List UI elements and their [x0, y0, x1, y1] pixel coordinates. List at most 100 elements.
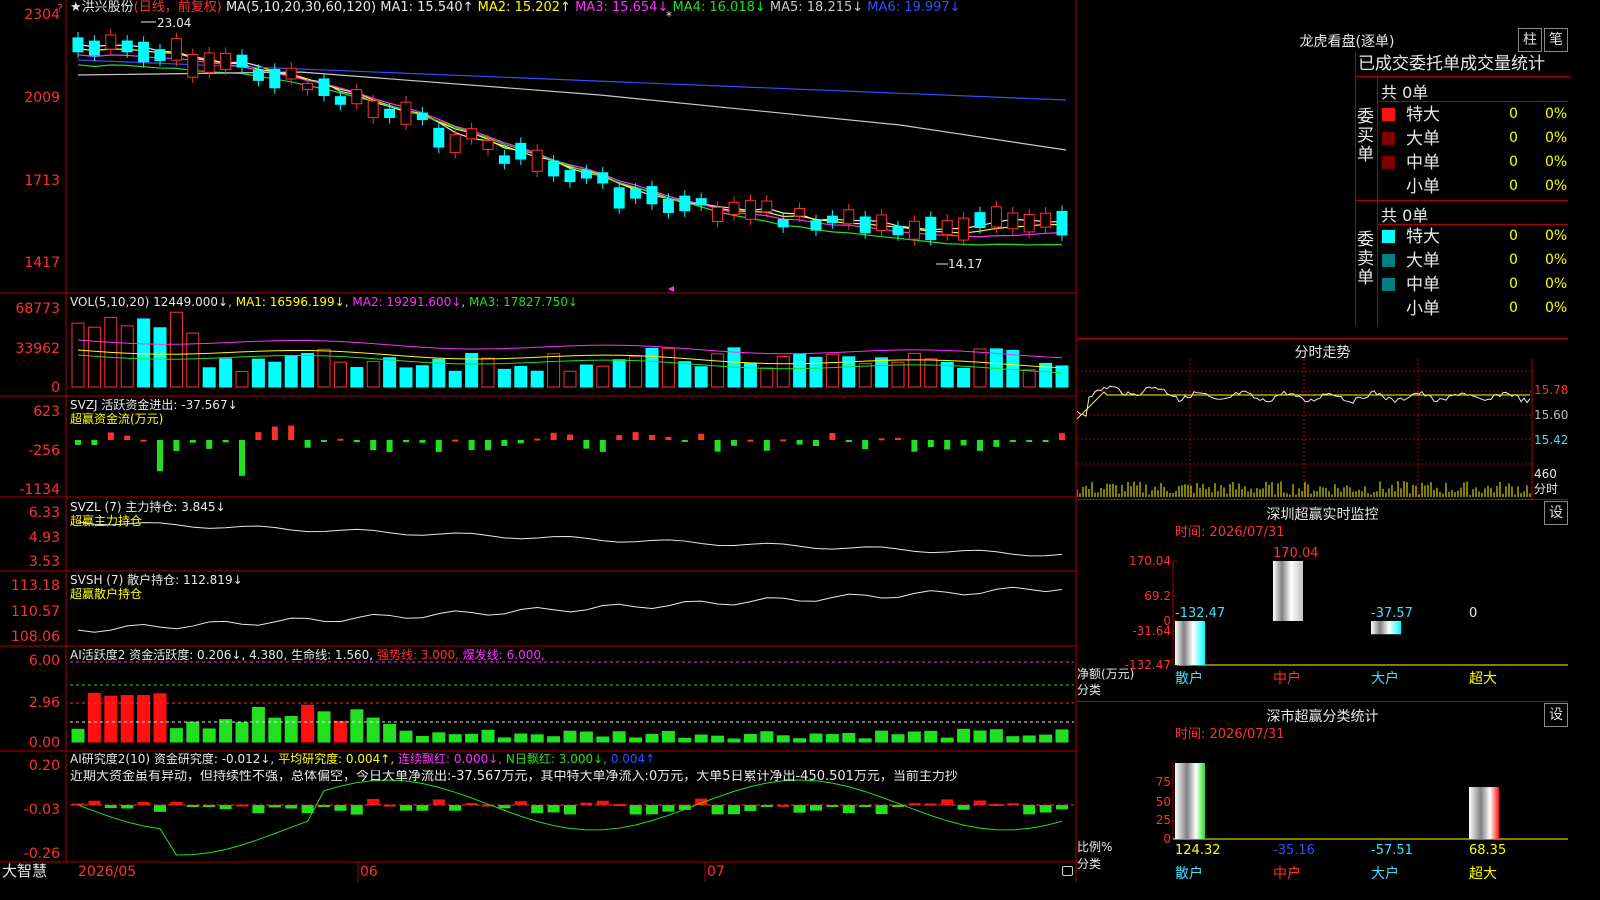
dragon-panel: 龙虎看盘(逐单) 柱 笔 已成交委托单成交量统计 委买单 委卖单 共 0单 共 …: [1077, 0, 1571, 339]
activity-bar: [858, 738, 872, 743]
activity-bar: [727, 738, 741, 743]
fund-flow-bar: [813, 440, 819, 447]
intraday-chart[interactable]: [1077, 359, 1568, 499]
candle: [646, 186, 658, 205]
lock-icon[interactable]: [1062, 866, 1073, 876]
svsh-header: SVSH (7) 散户持仓: 112.819↓: [70, 573, 243, 587]
fund-flow-bar: [239, 440, 245, 476]
candle: [318, 78, 330, 97]
buy-row-percent: 0%: [1545, 178, 1568, 194]
candle: [1056, 210, 1068, 236]
price-header: ★洪兴股份(日线，前复权) MA(5,10,20,30,60,120) MA1:…: [70, 1, 961, 15]
volume-bar: [645, 347, 659, 388]
activity-bar: [251, 706, 265, 743]
candle: [416, 112, 428, 121]
fund-flow-bar: [780, 439, 787, 442]
activity-bar: [235, 722, 249, 743]
svzl-sub: 超赢主力持仓: [70, 514, 143, 528]
candle: [548, 160, 560, 177]
settings-mark-icon[interactable]: ?: [57, 2, 63, 15]
research-bar: [301, 805, 314, 814]
retail-holding-line: [77, 586, 1063, 633]
vol-axis-2: 33962: [15, 341, 60, 357]
candle: [269, 68, 281, 89]
fund-flow-bar: [550, 432, 557, 440]
fund-flow-bar: [173, 440, 180, 451]
candle: [974, 212, 986, 229]
activity-bar: [596, 736, 610, 743]
price-axis-4: 1417: [24, 255, 60, 271]
research-bar: [350, 805, 363, 815]
fund-flow-bar: [468, 440, 475, 451]
fund-flow-bar: [665, 436, 672, 440]
activity-bar: [940, 737, 954, 743]
sell-row-name: 大单: [1406, 251, 1440, 271]
candle: [876, 214, 888, 231]
fund-flow-bar: [140, 439, 147, 442]
bar-axis-label: 25: [1156, 813, 1171, 827]
research-bar: [793, 805, 806, 813]
svsh-axis-3: 108.06: [11, 629, 60, 645]
candle: [498, 155, 510, 164]
buy-row-percent: 0%: [1545, 154, 1568, 170]
fund-flow-bar: [927, 440, 934, 448]
fund-flow-bar: [485, 440, 491, 451]
activity-bar: [612, 731, 626, 743]
ma-label-5: MA5: 18.215↓: [765, 0, 864, 15]
buy-row-count: 0: [1509, 154, 1518, 170]
fund-flow-bar: [419, 440, 426, 443]
activity-bar: [153, 693, 167, 743]
research-bar: [416, 805, 429, 811]
kline-chart-area[interactable]: 23.04 14.17 *: [0, 0, 1078, 882]
category-bar: [1175, 621, 1205, 665]
volume-bar: [448, 370, 462, 388]
ai2-summary-text: 近期大资金虽有异动，但持续性不强，总体偏空，今日大单净流出:-37.567万元，…: [70, 770, 958, 784]
candle: [252, 70, 264, 81]
fund-flow-bar: [271, 426, 278, 440]
volume-bar: [383, 357, 397, 388]
bar-category-label: 大户: [1371, 865, 1399, 882]
buy-side-label: 委买单: [1357, 107, 1374, 165]
bar-value-label: -37.57: [1371, 606, 1413, 621]
volume-bar: [612, 359, 626, 388]
research-bar: [957, 805, 970, 810]
volume-bar: [891, 361, 905, 388]
sell-total: 共 0单: [1381, 206, 1429, 225]
price-low-mark: 14.17: [948, 257, 982, 271]
sell-row-count: 0: [1509, 300, 1518, 316]
fund-flow-bar: [878, 438, 885, 441]
price-axis-2: 2009: [24, 90, 60, 106]
classify-bar-chart: 75 50 25 0 124.32 散户 -35.16 中户 -57.51 大户 68.35 超大: [1156, 762, 1568, 882]
candle: [482, 139, 494, 151]
research-bar: [842, 805, 855, 814]
fund-flow-bar: [206, 440, 213, 449]
classify-xlabel: 分类: [1077, 857, 1102, 871]
fund-flow-bar: [616, 435, 623, 440]
ma-label-4: MA4: 16.018↓: [668, 0, 766, 15]
volume-bar: [809, 356, 823, 388]
research-bar: [596, 800, 609, 805]
bar-axis-label: 75: [1156, 775, 1171, 789]
research-bar: [334, 805, 347, 811]
buy-row-swatch: [1382, 156, 1395, 169]
svzj-sub: 超赢资金流(万元): [70, 412, 164, 426]
activity-bar: [694, 734, 708, 743]
candle: [941, 219, 953, 236]
category-bar: [1273, 561, 1303, 621]
research-bar: [744, 805, 757, 811]
fund-flow-bar: [862, 440, 869, 450]
bar-mode-button[interactable]: 柱: [1518, 28, 1542, 52]
monitor-panel: 深圳超赢实时监控 设 时间: 2026/07/31 170.04 69.2 0 -31…: [1077, 500, 1568, 702]
activity-bar: [530, 734, 544, 743]
sell-row-count: 0: [1509, 276, 1518, 292]
bar-category-label: 超大: [1469, 866, 1497, 882]
volume-bar: [825, 353, 839, 388]
fund-flow-bar: [599, 440, 606, 452]
tick-mode-button[interactable]: 笔: [1544, 28, 1568, 52]
activity-bar: [793, 738, 807, 743]
activity-bar: [219, 719, 233, 743]
fund-flow-bar: [895, 437, 901, 440]
activity-bar: [137, 695, 151, 743]
fund-flow-bar: [370, 440, 377, 451]
candle: [679, 195, 691, 212]
